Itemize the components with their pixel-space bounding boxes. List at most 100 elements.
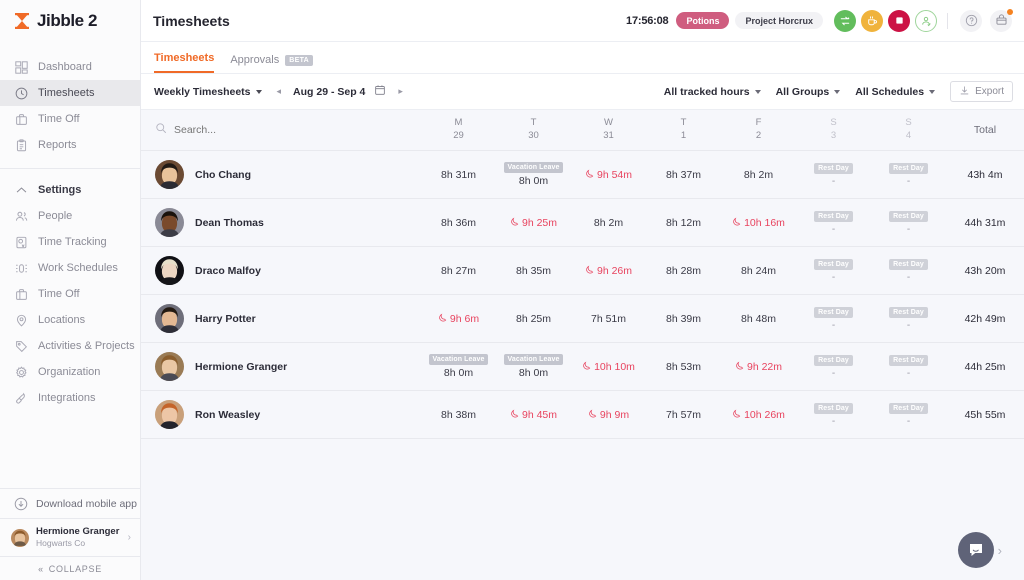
sidebar-item-time-tracking[interactable]: Time Tracking (0, 229, 140, 255)
sidebar-item-integrations[interactable]: Integrations (0, 385, 140, 411)
chat-expand-icon[interactable]: › (998, 543, 1002, 558)
calendar-icon[interactable] (374, 83, 386, 101)
day-cell[interactable]: 9h 54m (571, 169, 646, 181)
next-period-button[interactable]: ▸ (395, 86, 406, 97)
search-input[interactable] (174, 124, 374, 136)
sidebar-item-activities-projects[interactable]: Activities & Projects (0, 333, 140, 359)
day-cell[interactable]: Rest Day - (796, 354, 871, 379)
day-cell[interactable]: Rest Day - (796, 210, 871, 235)
download-mobile-app-button[interactable]: Download mobile app (0, 488, 140, 518)
filter-groups[interactable]: All Groups (776, 86, 841, 98)
chat-bubble-icon[interactable] (957, 532, 994, 568)
export-button[interactable]: Export (950, 81, 1013, 102)
sidebar-item-people[interactable]: People (0, 203, 140, 229)
day-value: 10h 26m (744, 408, 785, 421)
day-cell[interactable]: 10h 16m (721, 217, 796, 229)
day-cell[interactable]: 8h 36m (421, 217, 496, 229)
day-cell[interactable]: Rest Day - (796, 402, 871, 427)
day-cell[interactable]: 9h 22m (721, 361, 796, 373)
day-cell[interactable]: 8h 37m (646, 169, 721, 181)
day-cell[interactable]: 8h 12m (646, 217, 721, 229)
sidebar-item-timesheets[interactable]: Timesheets (0, 80, 140, 106)
sidebar-item-dashboard[interactable]: Dashboard (0, 54, 140, 80)
day-cell[interactable]: 8h 39m (646, 313, 721, 325)
current-activity-badge[interactable]: Potions (676, 12, 730, 29)
day-cell[interactable]: 8h 2m (721, 169, 796, 181)
table-row[interactable]: Dean Thomas 8h 36m 9h 25m 8h 2m 8h 12m 10h 16… (141, 199, 1024, 247)
table-row[interactable]: Harry Potter 9h 6m 8h 25m 7h 51m 8h 39m 8h 48… (141, 295, 1024, 343)
day-cell[interactable]: 7h 57m (646, 409, 721, 421)
day-of-week: F (755, 117, 762, 129)
day-cell[interactable]: 8h 38m (421, 409, 496, 421)
personal-status-button[interactable] (915, 9, 937, 32)
day-cell[interactable]: 8h 48m (721, 313, 796, 325)
day-cell[interactable]: 8h 27m (421, 265, 496, 277)
person-cell: Ron Weasley (141, 400, 421, 429)
day-cell[interactable]: Rest Day - (871, 402, 946, 427)
filter-label: All tracked hours (663, 85, 750, 98)
day-cell[interactable]: 8h 25m (496, 313, 571, 325)
day-cell[interactable]: 8h 24m (721, 265, 796, 277)
day-cell[interactable]: Rest Day - (871, 306, 946, 331)
day-cell[interactable]: 8h 2m (571, 217, 646, 229)
sidebar-item-locations[interactable]: Locations (0, 307, 140, 333)
previous-period-button[interactable]: ◂ (274, 86, 285, 97)
day-cell[interactable]: Rest Day - (871, 210, 946, 235)
day-number: 3 (830, 130, 837, 141)
day-cell[interactable]: 8h 35m (496, 265, 571, 277)
sidebar-item-reports[interactable]: Reports (0, 132, 140, 158)
day-cell[interactable]: 8h 28m (646, 265, 721, 277)
stop-button[interactable] (888, 9, 910, 32)
filter-schedules[interactable]: All Schedules (855, 86, 936, 98)
help-icon[interactable] (960, 9, 982, 32)
day-column-header: W 31 (571, 117, 646, 143)
day-cell[interactable]: 8h 53m (646, 361, 721, 373)
day-cell[interactable]: Rest Day - (796, 162, 871, 187)
day-cell[interactable]: Rest Day - (796, 258, 871, 283)
day-cell[interactable]: 9h 6m (421, 313, 496, 325)
sidebar-item-settings[interactable]: Settings (0, 177, 140, 203)
day-cell[interactable]: 10h 10m (571, 361, 646, 373)
sidebar-item-time-off-2[interactable]: Time Off (0, 281, 140, 307)
day-cell[interactable]: 9h 26m (571, 265, 646, 277)
table-row[interactable]: Ron Weasley 8h 38m 9h 45m 9h 9m 7h 57m 10h 26… (141, 391, 1024, 439)
table-row[interactable]: Hermione Granger Vacation Leave 8h 0m Vacat… (141, 343, 1024, 391)
switch-activity-button[interactable] (834, 9, 856, 32)
break-button[interactable] (861, 9, 883, 32)
day-value: - (831, 175, 836, 187)
sidebar-item-organization[interactable]: Organization (0, 359, 140, 385)
day-cell[interactable]: Vacation Leave 8h 0m (496, 162, 571, 187)
table-row[interactable]: Draco Malfoy 8h 27m 8h 35m 9h 26m 8h 28m 8h 2… (141, 247, 1024, 295)
sidebar-item-work-schedules[interactable]: Work Schedules (0, 255, 140, 281)
filter-tracked-hours[interactable]: All tracked hours (664, 86, 761, 98)
day-cell[interactable]: 8h 31m (421, 169, 496, 181)
day-cell[interactable]: Rest Day - (871, 354, 946, 379)
day-cell[interactable]: Rest Day - (871, 258, 946, 283)
day-cell[interactable]: 9h 9m (571, 409, 646, 421)
sidebar-item-label: Timesheets (38, 87, 95, 99)
day-cell[interactable]: 9h 45m (496, 409, 571, 421)
day-cell[interactable]: Vacation Leave 8h 0m (421, 354, 496, 379)
table-row[interactable]: Cho Chang 8h 31m Vacation Leave 8h 0m 9h 54m… (141, 151, 1024, 199)
day-cell[interactable]: 7h 51m (571, 313, 646, 325)
day-cell[interactable]: Rest Day - (871, 162, 946, 187)
clipboard-icon (14, 138, 29, 153)
day-cell[interactable]: 10h 26m (721, 409, 796, 421)
day-number: 4 (905, 130, 912, 141)
brand[interactable]: Jibble 2 (0, 0, 140, 42)
current-project-badge[interactable]: Project Horcrux (735, 12, 823, 29)
notifications-icon[interactable] (990, 8, 1013, 32)
sidebar-user-meta: Hermione Granger Hogwarts Co (36, 526, 121, 549)
day-cell[interactable]: Rest Day - (796, 306, 871, 331)
view-type-select[interactable]: Weekly Timesheets (154, 86, 262, 98)
sidebar-user-card[interactable]: Hermione Granger Hogwarts Co › (0, 518, 140, 556)
tab-timesheets[interactable]: Timesheets (154, 52, 215, 73)
day-cell[interactable]: Vacation Leave 8h 0m (496, 354, 571, 379)
collapse-sidebar-button[interactable]: « COLLAPSE (0, 556, 140, 580)
day-cell[interactable]: 9h 25m (496, 217, 571, 229)
tab-approvals[interactable]: Approvals BETA (230, 54, 313, 73)
day-value: - (906, 319, 911, 331)
sidebar-item-time-off[interactable]: Time Off (0, 106, 140, 132)
day-value: 8h 12m (665, 216, 702, 229)
moon-overtime-icon (588, 409, 597, 421)
